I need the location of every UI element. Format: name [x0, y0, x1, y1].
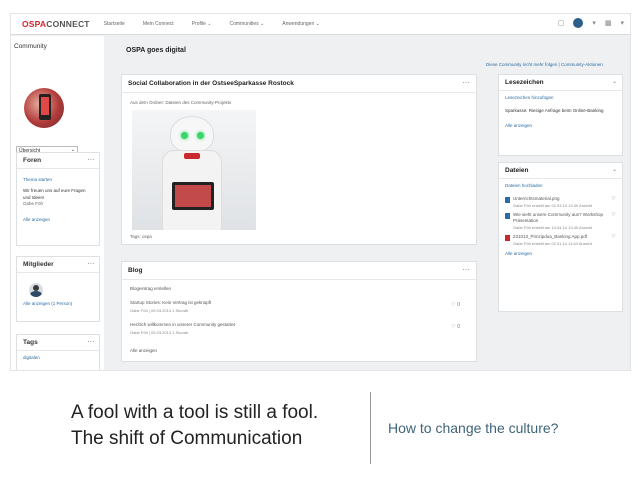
- bookmarks-all-link[interactable]: Alle anzeigen: [505, 123, 616, 130]
- start-topic-link[interactable]: Thema starten: [23, 177, 93, 184]
- blog-entry-title[interactable]: Herzlich willkommen in unserer Community…: [130, 322, 235, 327]
- main-nav: Startseite Mein Connect Profile Communit…: [104, 21, 338, 27]
- topbar-icons: ▢ ▾ ▩ ▾: [549, 18, 624, 28]
- bookmarks-card: Lesezeichen ⌄ Lesezeichen hinzufügen Spar…: [498, 74, 623, 156]
- page-title: OSPA goes digital: [126, 47, 186, 54]
- files-card: Dateien ⌄ Dateien hochladen Unterrichtsma…: [498, 162, 623, 312]
- slide-caption: A fool with a tool is still a fool. The …: [71, 400, 318, 452]
- tag-link[interactable]: digitalen: [23, 355, 93, 362]
- blog-entry-title[interactable]: Startup Stories: Kein Vertrag ist geknüp…: [130, 300, 211, 305]
- more-icon[interactable]: ···: [462, 265, 470, 274]
- notifications-icon[interactable]: ▢: [558, 19, 565, 27]
- community-image: [24, 88, 64, 128]
- like-icon[interactable]: ♡: [612, 212, 616, 220]
- bookmarks-title: Lesezeichen: [505, 79, 544, 86]
- more-icon[interactable]: ···: [462, 78, 470, 87]
- blog-card: Blog ··· Blogeintrag erstellen Startup St…: [121, 261, 477, 362]
- inbox-icon[interactable]: ▩: [605, 19, 612, 27]
- blog-title: Blog: [128, 267, 143, 274]
- post-subtitle: Aus dem Ordner: Dateien des Community-Pr…: [130, 100, 232, 105]
- tags-title: Tags: [23, 339, 38, 346]
- add-bookmark-link[interactable]: Lesezeichen hinzufügen: [505, 95, 616, 102]
- divider: [370, 392, 371, 464]
- like-icon[interactable]: ♡: [612, 234, 616, 242]
- nav-mein-connect[interactable]: Mein Connect: [143, 21, 174, 27]
- files-title: Dateien: [505, 167, 529, 174]
- chevron-down-icon[interactable]: ▾: [620, 19, 624, 27]
- like-count[interactable]: ♡ 0: [451, 324, 460, 330]
- slide: OSPACONNECT Startseite Mein Connect Prof…: [0, 0, 638, 479]
- member-avatar[interactable]: [29, 283, 43, 297]
- robot-image: [132, 110, 256, 230]
- top-navigation-bar: OSPACONNECT Startseite Mein Connect Prof…: [11, 14, 630, 35]
- file-item[interactable]: 231013_Prinzipdua_Banking App.pdf Gabe F…: [505, 234, 616, 247]
- file-icon: [505, 212, 510, 219]
- blog-entry-meta: Gabe Föh | 09.03.2014 1 Stunde: [130, 308, 189, 313]
- forum-author: Gabe Föh: [23, 201, 44, 207]
- members-all-link[interactable]: Alle anzeigen (1 Person): [23, 301, 93, 308]
- tags-card: Tags ··· digitalen: [16, 334, 100, 370]
- screenshot-panel: OSPACONNECT Startseite Mein Connect Prof…: [10, 13, 631, 371]
- more-icon[interactable]: ···: [87, 155, 95, 164]
- like-count[interactable]: ♡ 0: [451, 302, 460, 308]
- chevron-down-icon[interactable]: ⌄: [612, 78, 617, 85]
- bookmark-item[interactable]: Sparkasse: Riesige Anfrage beim Online-B…: [505, 108, 616, 115]
- foren-title: Foren: [23, 157, 42, 164]
- members-title: Mitglieder: [23, 261, 54, 268]
- community-label: Community: [14, 43, 47, 50]
- blog-entry-meta: Gabe Föh | 05.03.2014 1 Stunde: [130, 330, 189, 335]
- featured-post-card: Social Collaboration in der OstseeSparka…: [121, 74, 477, 245]
- nav-communities[interactable]: Communities: [229, 21, 264, 27]
- app-logo[interactable]: OSPACONNECT: [22, 19, 90, 29]
- community-actions[interactable]: Diese Community nicht mehr folgen | Comm…: [486, 62, 603, 67]
- nav-startseite[interactable]: Startseite: [104, 21, 125, 27]
- more-icon[interactable]: ···: [87, 337, 95, 346]
- foren-card: Foren ··· Thema starten Wir freuen uns au…: [16, 152, 100, 246]
- chevron-down-icon[interactable]: ⌄: [612, 166, 617, 173]
- foren-all-link[interactable]: Alle anzeigen: [23, 217, 93, 224]
- new-blog-entry-link[interactable]: Blogeintrag erstellen: [130, 286, 171, 291]
- caption-line-1: A fool with a tool is still a fool.: [71, 402, 319, 423]
- members-card: Mitglieder ··· Alle anzeigen (1 Person): [16, 256, 100, 322]
- forum-text: Wir freuen uns auf eure Fragen und Ideen…: [23, 187, 86, 200]
- phone-icon: [39, 94, 51, 120]
- chevron-down-icon[interactable]: ▾: [592, 19, 596, 27]
- pdf-file-icon: [505, 235, 510, 241]
- post-tags[interactable]: Tags: ospa: [130, 234, 152, 239]
- nav-profile[interactable]: Profile: [192, 21, 212, 27]
- like-icon[interactable]: ♡: [612, 196, 616, 204]
- file-item[interactable]: Unterrichtsmaterial.png Gabe Föh erstell…: [505, 196, 616, 209]
- nav-anwendungen[interactable]: Anwendungen: [282, 21, 320, 27]
- upload-files-link[interactable]: Dateien hochladen: [505, 183, 616, 190]
- blog-all-link[interactable]: Alle anzeigen: [130, 348, 157, 353]
- post-title: Social Collaboration in der OstseeSparka…: [128, 80, 294, 87]
- caption-line-2: The shift of Communication: [71, 428, 303, 449]
- slide-question: How to change the culture?: [388, 420, 559, 436]
- more-icon[interactable]: ···: [87, 259, 95, 268]
- files-all-link[interactable]: Alle anzeigen: [505, 251, 616, 258]
- file-icon: [505, 196, 510, 203]
- file-item[interactable]: Wie sieht unsere Community aus? Workshop…: [505, 212, 616, 232]
- user-avatar[interactable]: [573, 18, 584, 28]
